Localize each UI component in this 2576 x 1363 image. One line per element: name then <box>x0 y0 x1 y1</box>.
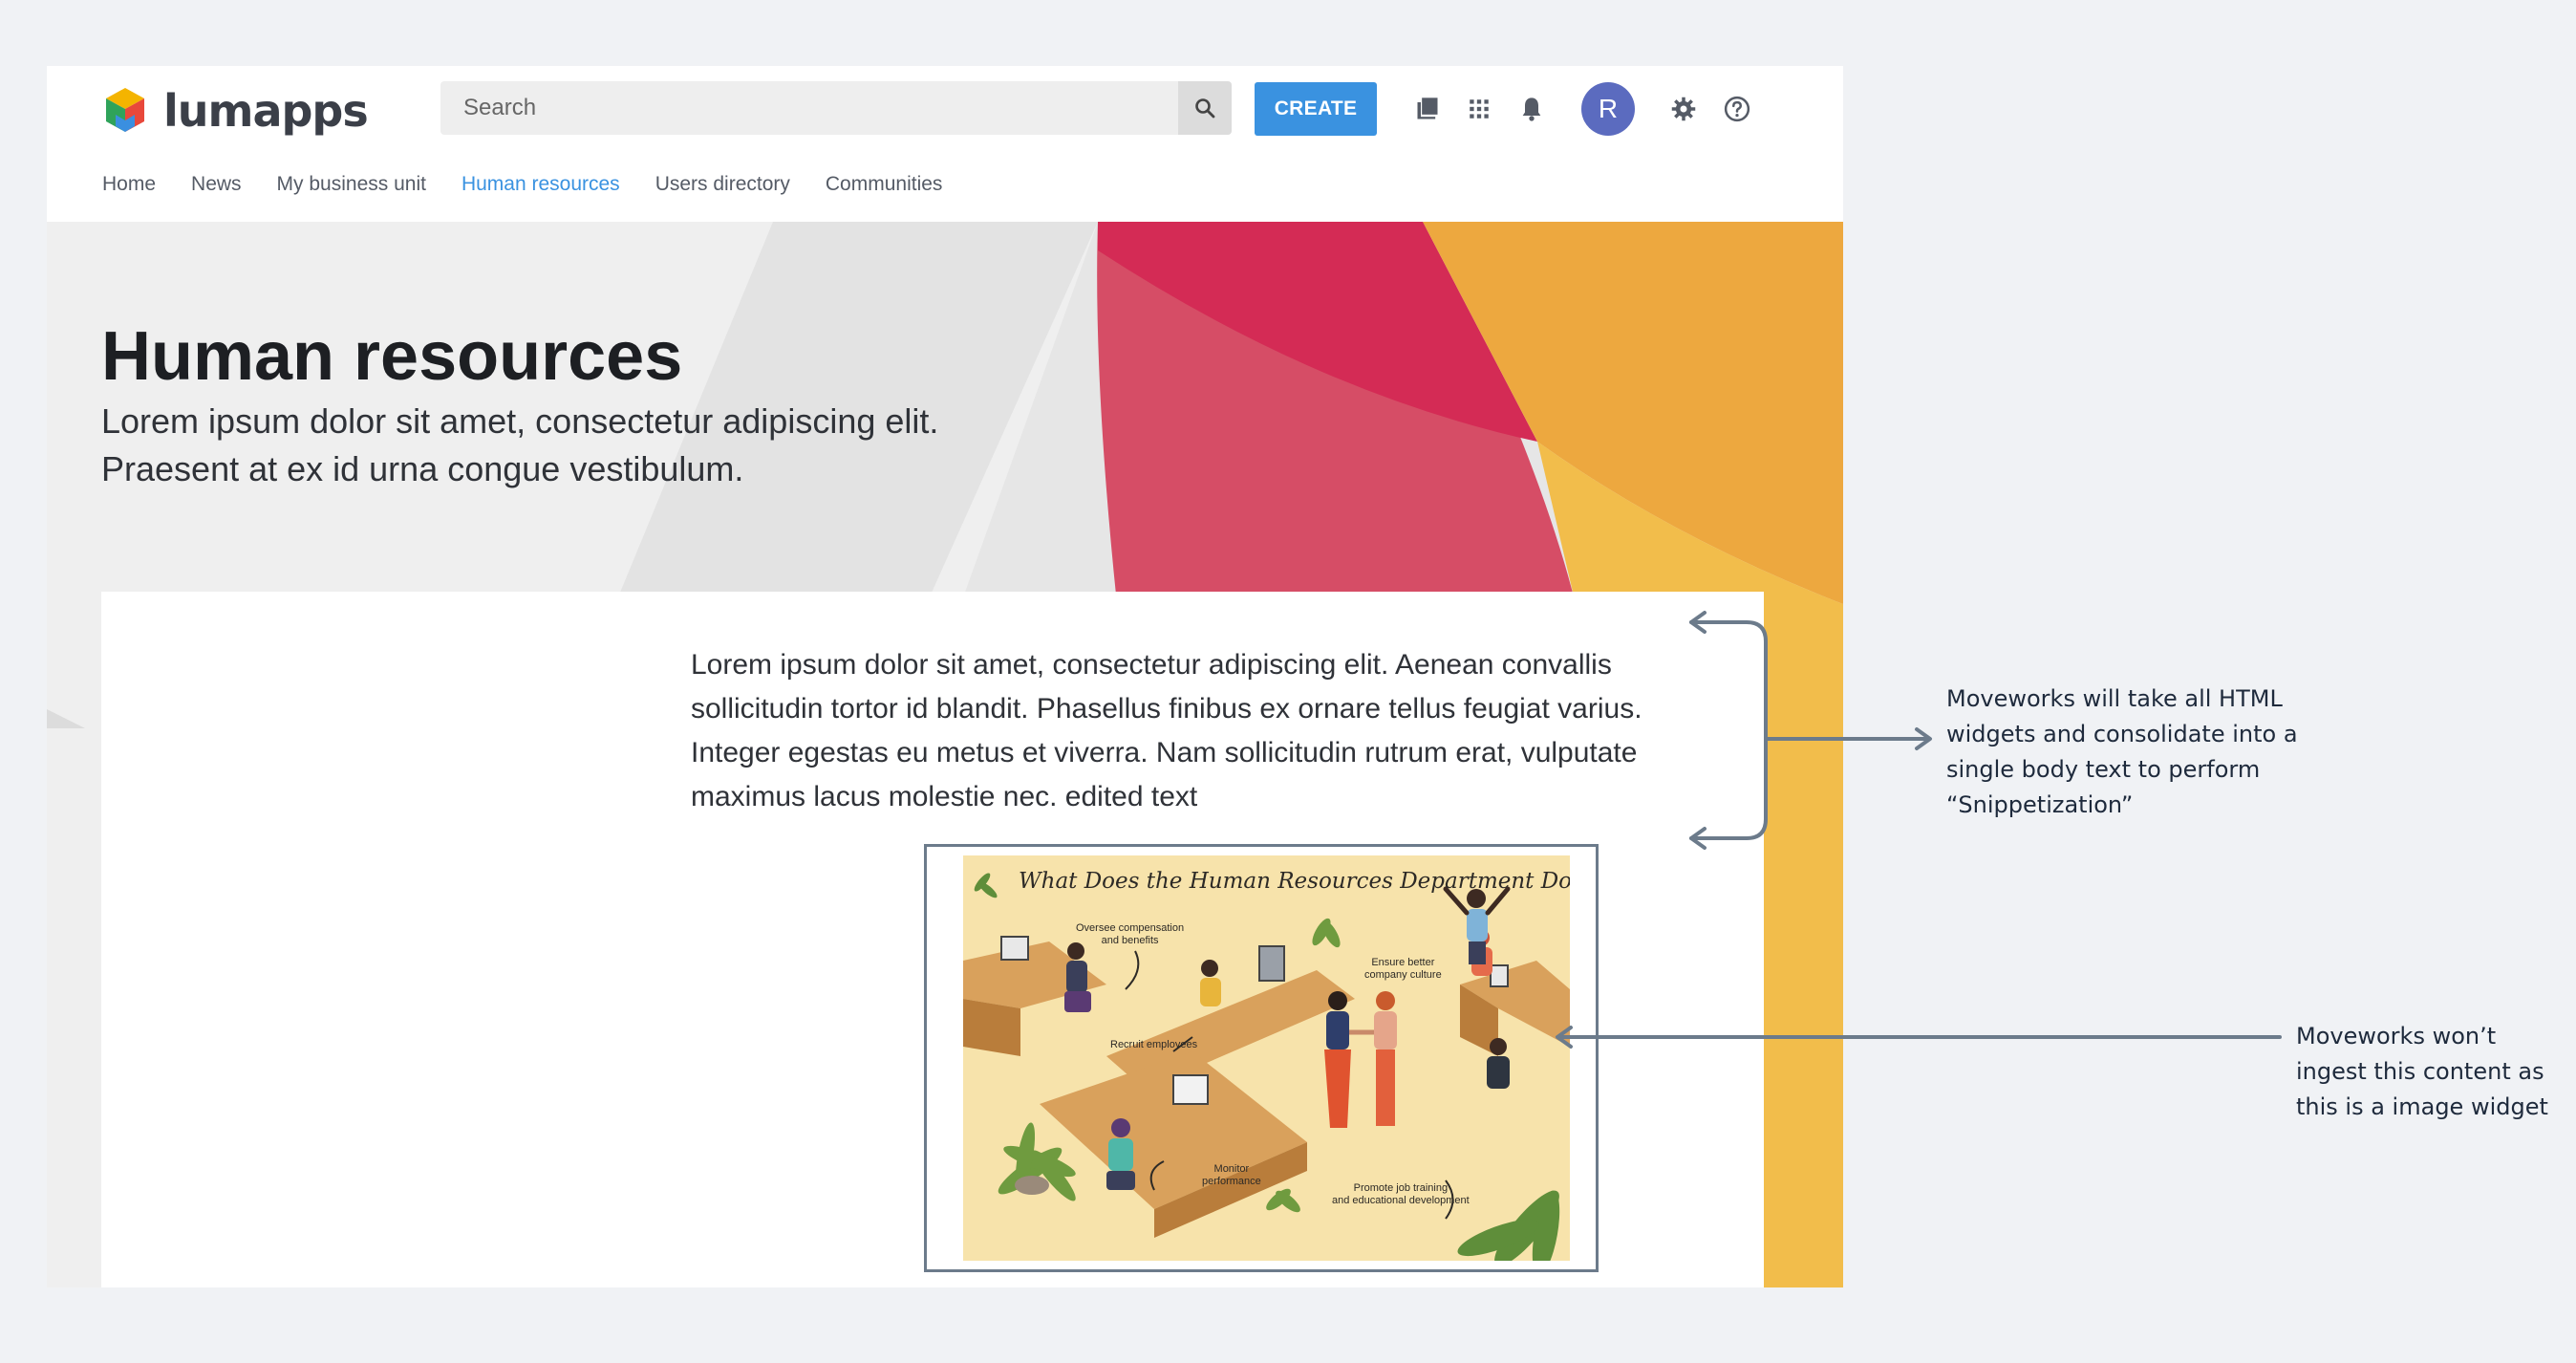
notifications-button[interactable] <box>1513 91 1550 127</box>
library-icon <box>1417 97 1438 119</box>
logo-text: lumapps <box>163 85 369 137</box>
nav-item-human-resources[interactable]: Human resources <box>462 173 620 196</box>
search-input[interactable] <box>440 81 1178 135</box>
top-header: lumapps CREATE <box>47 66 1843 222</box>
library-button[interactable] <box>1409 91 1446 127</box>
annotation-html-widgets: Moveworks will take all HTML widgets and… <box>1946 682 2298 823</box>
avatar[interactable]: R <box>1581 82 1635 136</box>
search-icon <box>1195 98 1215 119</box>
help-icon <box>1724 96 1750 122</box>
annotation-line: “Snippetization” <box>1946 791 2134 818</box>
nav-item-users-directory[interactable]: Users directory <box>655 173 790 196</box>
annotation-line: Moveworks won’t <box>2296 1023 2497 1049</box>
create-button[interactable]: CREATE <box>1255 82 1377 136</box>
nav-item-my-business-unit[interactable]: My business unit <box>277 173 426 196</box>
nav-item-news[interactable]: News <box>191 173 242 196</box>
annotation-line: single body text to perform <box>1946 756 2261 783</box>
settings-button[interactable] <box>1665 91 1702 127</box>
nav-item-home[interactable]: Home <box>102 173 156 196</box>
bell-icon <box>1522 97 1541 121</box>
lumapps-logo[interactable]: lumapps <box>100 79 369 142</box>
search-bar <box>440 81 1232 135</box>
help-button[interactable] <box>1719 91 1755 127</box>
annotation-image-widget: Moveworks won’t ingest this content as t… <box>2296 1019 2548 1125</box>
apps-button[interactable] <box>1461 91 1497 127</box>
annotation-line: this is a image widget <box>2296 1093 2548 1120</box>
main-navigation: Home News My business unit Human resourc… <box>102 173 942 196</box>
nav-item-communities[interactable]: Communities <box>826 173 943 196</box>
annotation-line: Moveworks will take all HTML <box>1946 685 2283 712</box>
gear-icon <box>1671 97 1696 121</box>
annotation-line: widgets and consolidate into a <box>1946 721 2298 747</box>
search-button[interactable] <box>1178 81 1232 135</box>
apps-grid-icon <box>1470 99 1489 119</box>
annotation-line: ingest this content as <box>2296 1058 2544 1085</box>
lumapps-logo-icon <box>106 88 144 132</box>
